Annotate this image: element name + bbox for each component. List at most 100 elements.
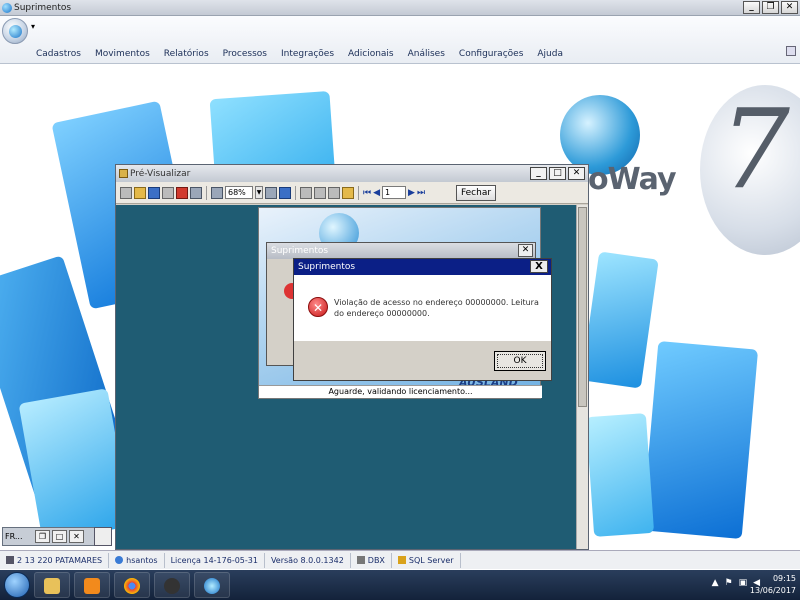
error-dialog-title-bar: Suprimentos X xyxy=(294,259,551,275)
status-version: Versão 8.0.0.1342 xyxy=(265,552,351,568)
fechar-button[interactable]: Fechar xyxy=(456,185,496,201)
error-dialog: Suprimentos X ✕ Violação de acesso no en… xyxy=(293,258,552,381)
chrome-icon xyxy=(124,578,140,594)
edit-icon[interactable] xyxy=(342,186,354,199)
status-company: 2 13 220 PATAMARES xyxy=(0,552,110,568)
preview-scrollbar[interactable] xyxy=(576,205,588,549)
app-title-bar: Suprimentos _ ❐ ✕ xyxy=(0,0,800,16)
taskbar-media[interactable] xyxy=(74,572,110,598)
menu-cadastros[interactable]: Cadastros xyxy=(36,49,81,59)
menu-movimentos[interactable]: Movimentos xyxy=(95,49,150,59)
background-dialog-close-button[interactable]: ✕ xyxy=(518,244,533,257)
menu-processos[interactable]: Processos xyxy=(223,49,267,59)
background-tile xyxy=(641,341,759,539)
quick-access-dropdown[interactable]: ▾ xyxy=(31,22,35,31)
last-page-icon[interactable]: ⏭ xyxy=(417,188,425,198)
error-dialog-close-button[interactable]: X xyxy=(530,260,548,273)
minimized-window-icon[interactable] xyxy=(94,527,112,546)
ok-button[interactable]: OK xyxy=(494,351,546,371)
restore-button[interactable]: ❐ xyxy=(762,1,779,14)
minimize-button[interactable]: _ xyxy=(743,1,760,14)
splash-status: Aguarde, validando licenciamento... xyxy=(259,385,542,398)
error-message: Violação de acesso no endereço 00000000.… xyxy=(334,298,539,318)
menu-analises[interactable]: Análises xyxy=(408,49,445,59)
minimized-window-label: FR... xyxy=(5,532,23,541)
taskbar-explorer[interactable] xyxy=(34,572,70,598)
clock-time: 09:15 xyxy=(772,574,796,583)
scrollbar-thumb[interactable] xyxy=(578,207,587,407)
taskbar-chrome[interactable] xyxy=(114,572,150,598)
status-server: SQL Server xyxy=(392,552,461,568)
next-page-icon[interactable]: ▶ xyxy=(408,188,415,198)
minimized-close-button[interactable]: ✕ xyxy=(69,530,84,543)
menu-relatorios[interactable]: Relatórios xyxy=(164,49,209,59)
page-number-input[interactable]: 1 xyxy=(382,186,407,199)
windows-taskbar: ▲ ⚑ ▣ ◀ 09:15 13/06/2017 xyxy=(0,570,800,600)
clock-date: 13/06/2017 xyxy=(749,586,796,595)
minimized-maximize-button[interactable]: □ xyxy=(52,530,67,543)
background-tile xyxy=(585,413,655,537)
menu-integracoes[interactable]: Integrações xyxy=(281,49,334,59)
background-tile xyxy=(581,251,659,389)
status-server-text: SQL Server xyxy=(408,555,454,565)
status-db: DBX xyxy=(351,552,392,568)
suprimentos-icon xyxy=(204,578,220,594)
brand-text: oWay xyxy=(588,162,677,197)
error-dialog-body: ✕ Violação de acesso no endereço 0000000… xyxy=(294,275,551,341)
close-button[interactable]: ✕ xyxy=(781,1,798,14)
version-digit: 7 xyxy=(720,85,790,213)
find-icon[interactable] xyxy=(190,186,202,199)
zoom-in-icon[interactable] xyxy=(211,186,223,199)
taskbar-app-one[interactable] xyxy=(154,572,190,598)
zoom-out-icon[interactable] xyxy=(265,186,277,199)
fit-page-icon[interactable] xyxy=(279,186,291,199)
preview-close-button[interactable]: ✕ xyxy=(568,167,585,180)
background-dialog-title: Suprimentos xyxy=(267,243,535,259)
pdf-icon[interactable] xyxy=(176,186,188,199)
page-multiple-icon[interactable] xyxy=(314,186,326,199)
menu-ajuda[interactable]: Ajuda xyxy=(537,49,563,59)
taskbar-clock[interactable]: 09:15 13/06/2017 xyxy=(750,573,796,597)
main-menu: Cadastros Movimentos Relatórios Processo… xyxy=(36,49,577,59)
user-icon xyxy=(115,556,124,564)
database-icon xyxy=(356,556,365,564)
toolbar-separator xyxy=(358,185,359,200)
zoom-select[interactable]: 68% xyxy=(225,186,253,199)
preview-title: Pré-Visualizar xyxy=(130,168,191,179)
application-menu-orb[interactable] xyxy=(2,18,28,44)
status-user-text: hsantos xyxy=(126,555,158,565)
menu-adicionais[interactable]: Adicionais xyxy=(348,49,394,59)
status-user: hsantos xyxy=(109,552,165,568)
building-icon xyxy=(6,556,14,564)
preview-minimize-button[interactable]: _ xyxy=(530,167,547,180)
preview-title-bar: Pré-Visualizar _ □ ✕ xyxy=(116,165,588,182)
save-icon[interactable] xyxy=(148,186,160,199)
server-icon xyxy=(397,556,406,564)
zoom-dropdown-arrow[interactable]: ▼ xyxy=(255,186,263,199)
status-db-text: DBX xyxy=(367,555,385,565)
status-bar: 2 13 220 PATAMARES hsantos Licença 14-17… xyxy=(0,550,800,569)
taskbar-suprimentos[interactable] xyxy=(194,572,230,598)
version-badge: 7 xyxy=(700,85,800,255)
preview-maximize-button[interactable]: □ xyxy=(549,167,566,180)
app-title: Suprimentos xyxy=(14,2,72,13)
ribbon: ▾ Cadastros Movimentos Relatórios Proces… xyxy=(0,16,800,64)
status-license: Licença 14-176-05-31 xyxy=(165,552,265,568)
toolbar-separator xyxy=(206,185,207,200)
folder-icon xyxy=(44,578,60,594)
print-icon[interactable] xyxy=(120,186,132,199)
page-single-icon[interactable] xyxy=(300,186,312,199)
network-icon[interactable]: ▣ xyxy=(739,578,748,588)
app-icon xyxy=(2,3,12,13)
tray-arrow-icon[interactable]: ▲ xyxy=(712,578,719,588)
outline-icon[interactable] xyxy=(328,186,340,199)
ribbon-options-icon[interactable] xyxy=(786,46,796,56)
menu-configuracoes[interactable]: Configurações xyxy=(459,49,523,59)
open-icon[interactable] xyxy=(134,186,146,199)
minimized-restore-button[interactable]: ❐ xyxy=(35,530,50,543)
flag-icon[interactable]: ⚑ xyxy=(724,578,732,588)
prev-page-icon[interactable]: ◀ xyxy=(373,188,380,198)
first-page-icon[interactable]: ⏮ xyxy=(363,188,371,198)
print-setup-icon[interactable] xyxy=(162,186,174,199)
start-button[interactable] xyxy=(4,572,30,598)
